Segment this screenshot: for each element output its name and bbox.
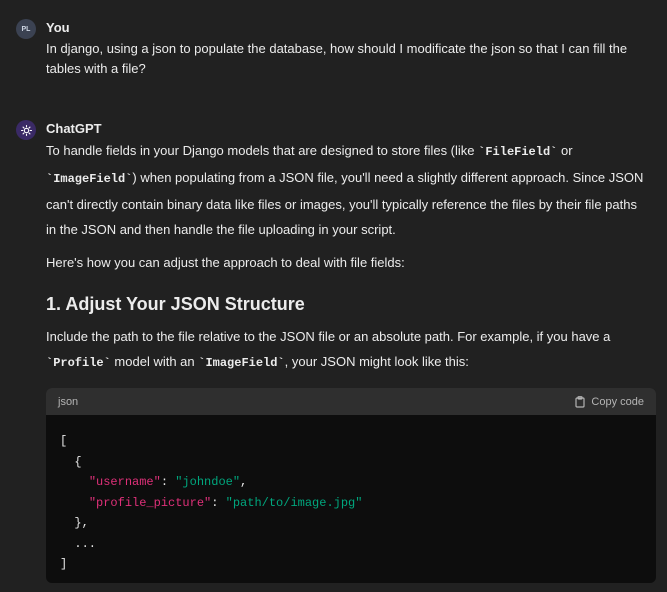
assistant-paragraph-2: Here's how you can adjust the approach t… bbox=[46, 255, 405, 270]
inline-code: `Profile` bbox=[46, 356, 111, 370]
user-message-text: In django, using a json to populate the … bbox=[46, 41, 628, 76]
code-block-header: json Copy code bbox=[46, 388, 656, 415]
assistant-paragraph-3: Include the path to the file relative to… bbox=[46, 329, 611, 370]
inline-code: `ImageField` bbox=[46, 172, 133, 186]
section-heading: 1. Adjust Your JSON Structure bbox=[46, 294, 305, 314]
copy-code-label: Copy code bbox=[591, 395, 644, 408]
user-message: PL You In django, using a json to popula… bbox=[16, 19, 659, 89]
code-language-label: json bbox=[58, 395, 79, 408]
inline-code: `ImageField` bbox=[198, 356, 285, 370]
code-content: [ { "username": "johndoe", "profile_pict… bbox=[60, 434, 363, 571]
user-avatar: PL bbox=[16, 19, 36, 39]
code-block: json Copy code [ { "username": "johndoe"… bbox=[46, 388, 656, 583]
assistant-author-name: ChatGPT bbox=[46, 121, 102, 136]
assistant-paragraph-1: To handle fields in your Django models t… bbox=[46, 143, 644, 237]
chatgpt-logo-icon bbox=[16, 120, 36, 140]
clipboard-icon bbox=[575, 395, 586, 408]
copy-code-button[interactable]: Copy code bbox=[575, 396, 644, 408]
user-author-name: You bbox=[46, 20, 70, 35]
inline-code: `FileField` bbox=[478, 145, 558, 159]
